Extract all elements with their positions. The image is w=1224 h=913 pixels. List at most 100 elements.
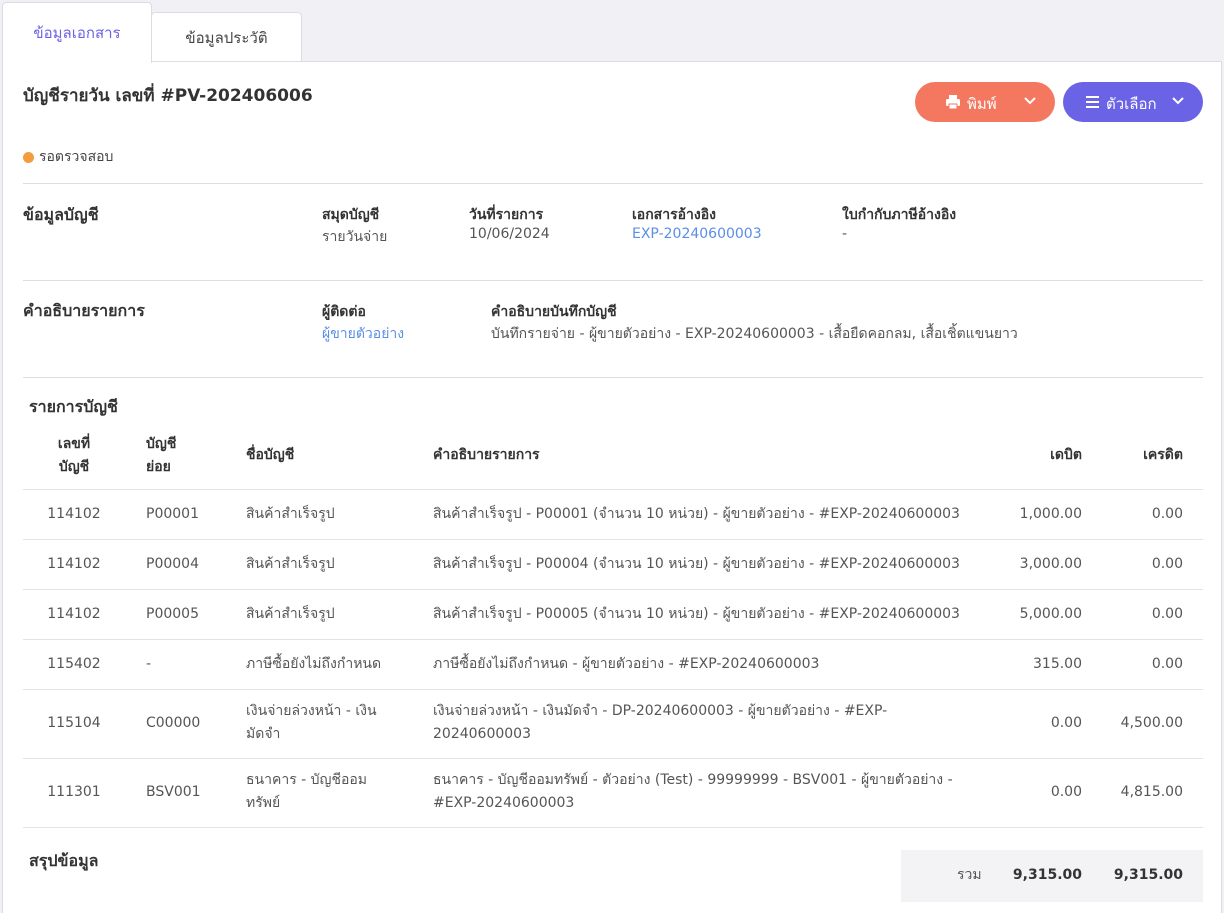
cell-debit: 5,000.00 xyxy=(1019,606,1082,622)
options-button-label: ตัวเลือก xyxy=(1106,95,1157,113)
row-divider xyxy=(23,827,1203,828)
cell-debit: 1,000.00 xyxy=(1019,506,1082,522)
row-divider xyxy=(23,489,1203,490)
cell-description-line2: #EXP-20240600003 xyxy=(433,795,575,811)
summary-title: สรุปข้อมูล xyxy=(29,851,99,870)
cell-description: ธนาคาร - บัญชีออมทรัพย์ - ตัวอย่าง (Test… xyxy=(433,769,983,815)
cell-sub-account: BSV001 xyxy=(146,784,201,800)
reference-doc-link[interactable]: EXP-20240600003 xyxy=(632,226,762,242)
cell-debit: 315.00 xyxy=(1033,656,1082,672)
row-divider xyxy=(23,539,1203,540)
chevron-down-icon xyxy=(1024,97,1036,105)
row-divider xyxy=(23,639,1203,640)
journal-book-label: สมุดบัญชี xyxy=(322,207,380,223)
tax-invoice-ref-value: - xyxy=(842,226,848,242)
journal-book-value: รายวันจ่าย xyxy=(322,229,388,245)
row-divider xyxy=(23,689,1203,690)
header-sub-account-line1: บัญชี xyxy=(146,436,177,452)
cell-account-name-line1: เงินจ่ายล่วงหน้า - เงิน xyxy=(246,703,377,719)
header-sub-account: บัญชี ย่อย xyxy=(146,433,176,479)
print-button-label: พิมพ์ xyxy=(967,95,997,113)
cell-account-no: 111301 xyxy=(47,784,101,800)
document-card: บัญชีรายวัน เลขที่ #PV-202406006 พิมพ์ ต… xyxy=(2,61,1222,913)
header-credit: เครดิต xyxy=(1143,447,1183,463)
header-debit: เดบิต xyxy=(1050,447,1082,463)
transaction-date-label: วันที่รายการ xyxy=(469,207,544,223)
cell-account-name: เงินจ่ายล่วงหน้า - เงิน มัดจำ xyxy=(246,700,426,746)
print-button[interactable]: พิมพ์ xyxy=(915,82,1055,122)
options-button[interactable]: ตัวเลือก xyxy=(1063,82,1203,122)
divider xyxy=(23,280,1203,281)
entries-title: รายการบัญชี xyxy=(29,397,118,416)
cell-account-name: ธนาคาร - บัญชีออม ทรัพย์ xyxy=(246,769,426,815)
header-account-no: เลขที่ บัญชี xyxy=(43,433,105,479)
journal-note-label: คำอธิบายบันทึกบัญชี xyxy=(491,304,617,320)
cell-sub-account: C00000 xyxy=(146,715,201,731)
cell-credit: 4,815.00 xyxy=(1120,784,1183,800)
header-account-name: ชื่อบัญชี xyxy=(246,447,295,463)
cell-description-line2: 20240600003 xyxy=(433,726,531,742)
reference-doc-label: เอกสารอ้างอิง xyxy=(632,207,716,223)
cell-account-name: ภาษีซื้อยังไม่ถึงกำหนด xyxy=(246,656,382,672)
total-credit: 9,315.00 xyxy=(1113,867,1183,883)
cell-account-name-line1: ธนาคาร - บัญชีออม xyxy=(246,772,368,788)
printer-icon xyxy=(946,95,960,110)
status-dot-icon xyxy=(23,151,34,163)
header-sub-account-line2: ย่อย xyxy=(146,459,171,475)
page-title: บัญชีรายวัน เลขที่ #PV-202406006 xyxy=(23,86,313,106)
cell-account-no: 115104 xyxy=(47,715,101,731)
total-label: รวม xyxy=(957,867,982,883)
cell-description-line1: เงินจ่ายล่วงหน้า - เงินมัดจำ - DP-202406… xyxy=(433,703,888,719)
transaction-date-value: 10/06/2024 xyxy=(469,226,550,242)
cell-description-line1: ธนาคาร - บัญชีออมทรัพย์ - ตัวอย่าง (Test… xyxy=(433,772,953,788)
status-text: รอตรวจสอบ xyxy=(39,149,114,165)
row-divider xyxy=(23,758,1203,759)
cell-account-no: 114102 xyxy=(47,556,101,572)
cell-credit: 0.00 xyxy=(1151,556,1183,572)
cell-credit: 0.00 xyxy=(1151,506,1183,522)
header-account-no-line1: เลขที่ xyxy=(57,436,91,452)
contact-label: ผู้ติดต่อ xyxy=(322,304,366,320)
menu-icon xyxy=(1086,96,1099,108)
cell-account-no: 114102 xyxy=(47,506,101,522)
cell-account-name-line2: ทรัพย์ xyxy=(246,795,281,811)
cell-account-name: สินค้าสำเร็จรูป xyxy=(246,506,335,522)
cell-account-no: 115402 xyxy=(47,656,101,672)
tax-invoice-ref-label: ใบกำกับภาษีอ้างอิง xyxy=(842,207,957,223)
tab-history[interactable]: ข้อมูลประวัติ xyxy=(151,12,302,62)
cell-account-name: สินค้าสำเร็จรูป xyxy=(246,556,335,572)
cell-account-name-line2: มัดจำ xyxy=(246,726,281,742)
cell-credit: 0.00 xyxy=(1151,656,1183,672)
cell-debit: 3,000.00 xyxy=(1019,556,1082,572)
journal-note-value: บันทึกรายจ่าย - ผู้ขายตัวอย่าง - EXP-202… xyxy=(491,326,1018,342)
cell-debit: 0.00 xyxy=(1050,784,1082,800)
cell-description: สินค้าสำเร็จรูป - P00001 (จำนวน 10 หน่วย… xyxy=(433,506,960,522)
cell-sub-account: - xyxy=(146,656,152,672)
tab-bar: ข้อมูลเอกสาร ข้อมูลประวัติ xyxy=(0,0,1224,63)
header-description: คำอธิบายรายการ xyxy=(433,447,540,463)
total-debit: 9,315.00 xyxy=(1012,867,1082,883)
description-title: คำอธิบายรายการ xyxy=(23,301,145,320)
cell-description: สินค้าสำเร็จรูป - P00005 (จำนวน 10 หน่วย… xyxy=(433,606,960,622)
cell-sub-account: P00005 xyxy=(146,606,199,622)
summary-total-box: รวม 9,315.00 9,315.00 xyxy=(901,850,1203,902)
cell-debit: 0.00 xyxy=(1050,715,1082,731)
account-info-title: ข้อมูลบัญชี xyxy=(23,205,99,224)
cell-credit: 0.00 xyxy=(1151,606,1183,622)
status-badge: รอตรวจสอบ xyxy=(23,146,113,168)
divider xyxy=(23,183,1203,184)
cell-credit: 4,500.00 xyxy=(1120,715,1183,731)
divider xyxy=(23,377,1203,378)
cell-sub-account: P00001 xyxy=(146,506,199,522)
tab-document-info[interactable]: ข้อมูลเอกสาร xyxy=(2,2,152,63)
contact-link[interactable]: ผู้ขายตัวอย่าง xyxy=(322,323,404,345)
header-account-no-line2: บัญชี xyxy=(58,459,90,475)
cell-account-name: สินค้าสำเร็จรูป xyxy=(246,606,335,622)
cell-description: ภาษีซื้อยังไม่ถึงกำหนด - ผู้ขายตัวอย่าง … xyxy=(433,656,820,672)
row-divider xyxy=(23,589,1203,590)
cell-description: เงินจ่ายล่วงหน้า - เงินมัดจำ - DP-202406… xyxy=(433,700,983,746)
cell-account-no: 114102 xyxy=(47,606,101,622)
cell-sub-account: P00004 xyxy=(146,556,199,572)
chevron-down-icon xyxy=(1172,97,1184,105)
cell-description: สินค้าสำเร็จรูป - P00004 (จำนวน 10 หน่วย… xyxy=(433,556,960,572)
